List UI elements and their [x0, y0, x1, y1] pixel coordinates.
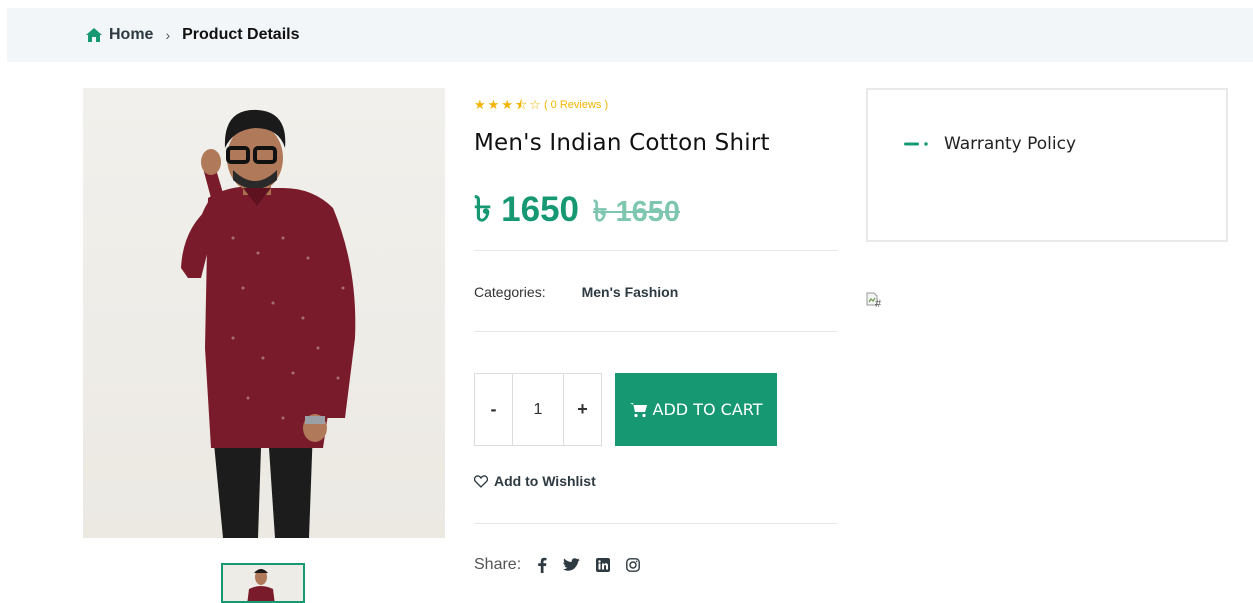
breadcrumb-bar: Home › Product Details	[7, 8, 1253, 62]
star-half-icon: ⯪	[514, 97, 528, 112]
price-row: ৳ 1650 ৳ 1650	[474, 182, 680, 241]
add-to-wishlist-link[interactable]: Add to Wishlist	[474, 473, 596, 489]
facebook-icon[interactable]	[537, 557, 547, 573]
wishlist-label: Add to Wishlist	[494, 473, 596, 489]
heart-icon	[474, 474, 488, 488]
broken-image: #	[866, 292, 892, 316]
dash-bullet-icon	[904, 140, 930, 148]
star-full-icon: ★	[487, 97, 500, 112]
rating-row: ★ ★ ★ ⯪ ☆ ( 0 Reviews )	[474, 98, 608, 111]
thumbnail-photo	[247, 569, 275, 601]
categories-row: Categories: Men's Fashion	[474, 284, 678, 300]
star-empty-icon: ☆	[529, 97, 541, 112]
twitter-icon[interactable]	[563, 558, 581, 572]
current-price: ৳ 1650	[474, 190, 580, 229]
breadcrumb-home-label: Home	[109, 26, 154, 43]
quantity-increase-button[interactable]: +	[564, 374, 601, 445]
category-link[interactable]: Men's Fashion	[582, 284, 679, 300]
quantity-input[interactable]: 1	[512, 374, 564, 445]
instagram-icon[interactable]	[626, 558, 641, 572]
divider	[474, 523, 837, 524]
share-label: Share:	[474, 556, 522, 573]
breadcrumb-home-link[interactable]: Home	[85, 26, 153, 44]
home-icon	[86, 28, 102, 42]
product-photo	[181, 109, 356, 538]
star-full-icon: ★	[501, 97, 513, 112]
divider	[474, 331, 837, 332]
quantity-stepper: - 1 +	[474, 373, 602, 446]
breadcrumb-separator: ›	[165, 27, 171, 43]
product-main-image[interactable]	[83, 88, 445, 538]
product-thumbnail[interactable]	[221, 563, 305, 603]
product-title: Men's Indian Cotton Shirt	[474, 130, 770, 156]
share-row: Share:	[474, 556, 641, 574]
linkedin-icon[interactable]	[596, 558, 611, 572]
old-price: ৳ 1650	[593, 196, 681, 228]
warranty-policy-item[interactable]: Warranty Policy	[904, 134, 1076, 154]
warranty-policy-label: Warranty Policy	[944, 134, 1077, 154]
breadcrumb-current: Product Details	[182, 26, 300, 43]
divider	[474, 250, 837, 251]
cart-icon	[629, 402, 647, 417]
breadcrumb: Home › Product Details	[85, 8, 299, 62]
add-to-cart-button[interactable]: ADD TO CART	[615, 373, 777, 446]
add-to-cart-label: ADD TO CART	[652, 400, 763, 419]
categories-label: Categories:	[474, 284, 546, 300]
warranty-box: Warranty Policy	[866, 88, 1228, 242]
broken-image-alt: #	[875, 298, 882, 310]
star-full-icon: ★	[474, 97, 486, 112]
quantity-decrease-button[interactable]: -	[475, 374, 512, 445]
reviews-count[interactable]: ( 0 Reviews )	[544, 99, 608, 111]
